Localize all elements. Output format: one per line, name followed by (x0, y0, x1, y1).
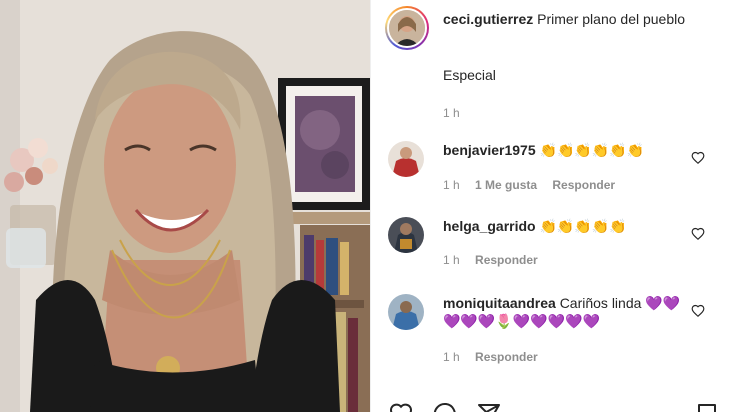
author-avatar-photo (389, 10, 425, 46)
commenter-avatar[interactable] (388, 217, 424, 253)
author-avatar[interactable] (385, 6, 429, 50)
share-icon[interactable] (477, 402, 501, 412)
comment-time[interactable]: 1 h (443, 178, 460, 192)
comment-text: 👏👏👏👏👏👏 (539, 142, 645, 158)
comment-likes[interactable]: 1 Me gusta (475, 178, 537, 192)
comment-meta: 1 h Responder (443, 350, 550, 364)
comment-username[interactable]: helga_garrido (443, 218, 536, 234)
comments-panel: ceci.gutierrez Primer plano del pueblo E… (370, 0, 740, 412)
caption-username[interactable]: ceci.gutierrez (443, 11, 533, 27)
caption-text-block: ceci.gutierrez Primer plano del pueblo (443, 9, 733, 29)
comment-meta: 1 h 1 Me gusta Responder (443, 178, 627, 192)
heart-icon[interactable] (691, 304, 705, 318)
comment-time[interactable]: 1 h (443, 253, 460, 267)
comment-text-block: moniquitaandrea Cariños linda 💜💜💜💜💜🌷💜💜💜💜… (443, 294, 693, 330)
commenter-avatar-photo (388, 217, 424, 253)
comment-time[interactable]: 1 h (443, 350, 460, 364)
reply-button[interactable]: Responder (475, 350, 538, 364)
post-photo (0, 0, 370, 412)
commenter-avatar[interactable] (388, 294, 424, 330)
comment-text-block: helga_garrido 👏👏👏👏👏 (443, 217, 693, 235)
caption-extra-line: Especial (443, 67, 496, 83)
comment-meta: 1 h Responder (443, 253, 550, 267)
comment-text-block: benjavier1975 👏👏👏👏👏👏 (443, 141, 693, 159)
post-media[interactable] (0, 0, 370, 412)
commenter-avatar[interactable] (388, 141, 424, 177)
heart-icon[interactable] (691, 151, 705, 165)
bookmark-icon[interactable] (695, 402, 719, 412)
comment-text: 👏👏👏👏👏 (539, 218, 627, 234)
heart-icon[interactable] (691, 227, 705, 241)
commenter-avatar-photo (388, 141, 424, 177)
comment-username[interactable]: moniquitaandrea (443, 295, 556, 311)
commenter-avatar-photo (388, 294, 424, 330)
reply-button[interactable]: Responder (475, 253, 538, 267)
post-action-bar (371, 398, 740, 412)
comment-username[interactable]: benjavier1975 (443, 142, 536, 158)
comment-icon[interactable] (433, 402, 457, 412)
caption-timestamp[interactable]: 1 h (443, 106, 460, 120)
reply-button[interactable]: Responder (552, 178, 615, 192)
like-heart-icon[interactable] (389, 402, 413, 412)
caption-text: Primer plano del pueblo (537, 11, 686, 27)
